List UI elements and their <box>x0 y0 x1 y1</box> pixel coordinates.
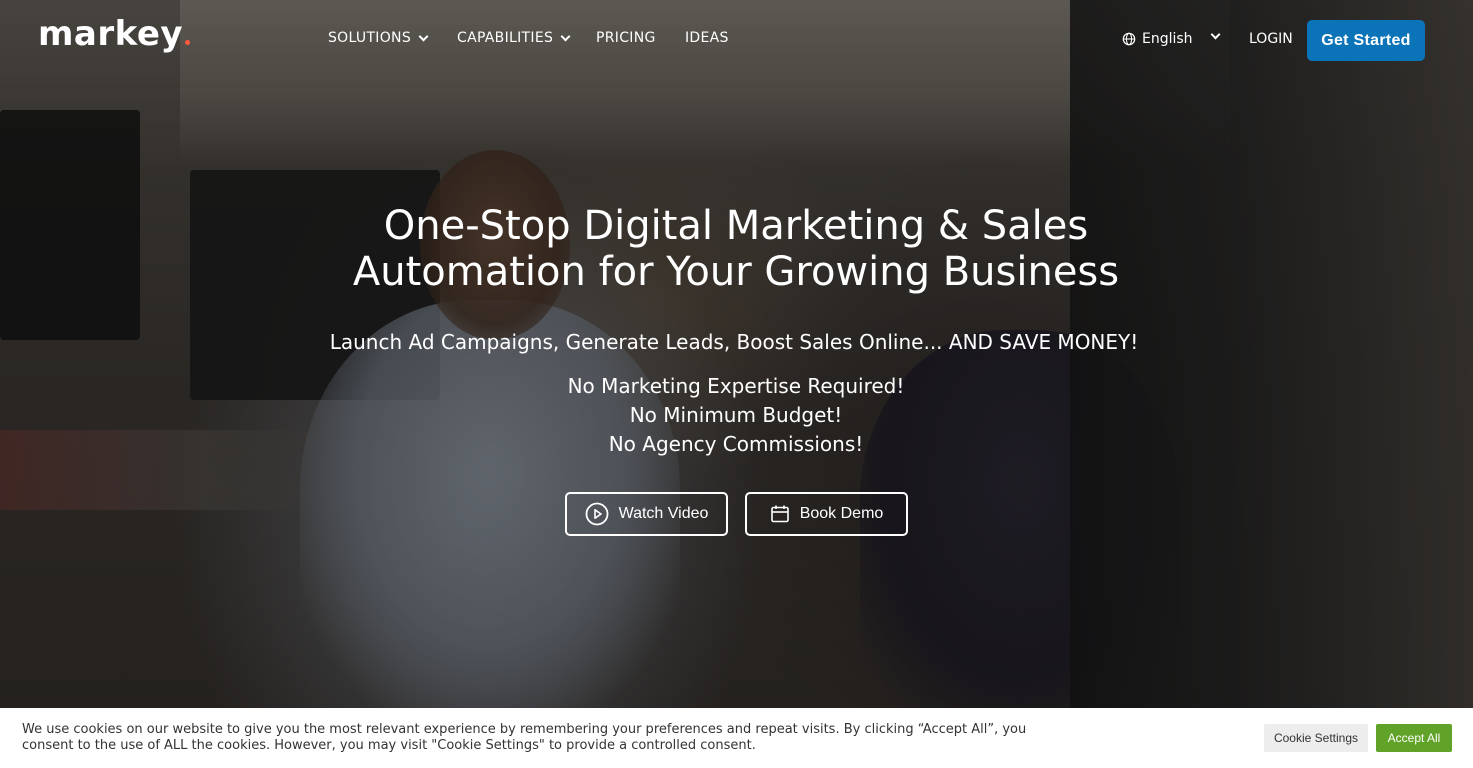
calendar-icon <box>770 505 789 523</box>
hero-title-line: Automation for Your Growing Business <box>352 249 1120 295</box>
play-circle-icon <box>585 502 608 526</box>
logo-text: markey <box>38 14 184 54</box>
get-started-button[interactable]: Get Started <box>1307 20 1425 61</box>
language-selector[interactable]: English <box>1122 31 1193 47</box>
hero-title-line: One-Stop Digital Marketing & Sales <box>383 203 1089 249</box>
chevron-down-icon <box>418 31 429 41</box>
benefit-line: No Agency Commissions! <box>608 432 864 456</box>
nav-solutions[interactable]: SOLUTIONS <box>328 30 429 46</box>
accept-all-button[interactable]: Accept All <box>1376 724 1452 752</box>
hero-subtitle: Launch Ad Campaigns, Generate Leads, Boo… <box>329 330 1139 354</box>
nav-pricing[interactable]: PRICING <box>596 30 656 46</box>
chevron-down-icon <box>560 31 571 41</box>
login-link[interactable]: LOGIN <box>1249 31 1293 47</box>
site-header: markey SOLUTIONS CAPABILITIES PRICING ID… <box>0 0 1473 80</box>
hero-benefits: No Marketing Expertise Required! No Mini… <box>436 372 1036 459</box>
language-label: English <box>1142 31 1193 47</box>
chevron-down-icon[interactable] <box>1210 29 1221 40</box>
nav-pricing-label: PRICING <box>596 30 656 46</box>
hero-background-image <box>0 0 1473 708</box>
logo-dot <box>185 40 191 45</box>
cookie-consent-bar: We use cookies on our website to give yo… <box>0 708 1473 768</box>
nav-capabilities[interactable]: CAPABILITIES <box>457 30 571 46</box>
globe-icon <box>1122 32 1136 46</box>
cookie-consent-text: We use cookies on our website to give yo… <box>22 722 1027 753</box>
hero-title: One-Stop Digital Marketing & Sales Autom… <box>336 203 1136 295</box>
watch-video-label: Watch Video <box>618 505 709 522</box>
benefit-line: No Marketing Expertise Required! <box>567 374 905 398</box>
watch-video-button[interactable]: Watch Video <box>565 492 728 536</box>
hero-dark-overlay <box>0 0 1473 708</box>
nav-ideas[interactable]: IDEAS <box>685 30 729 46</box>
nav-ideas-label: IDEAS <box>685 30 729 46</box>
nav-solutions-label: SOLUTIONS <box>328 30 412 46</box>
benefit-line: No Minimum Budget! <box>629 403 843 427</box>
cookie-settings-button[interactable]: Cookie Settings <box>1264 724 1368 752</box>
book-demo-label: Book Demo <box>799 505 884 522</box>
nav-capabilities-label: CAPABILITIES <box>457 30 554 46</box>
site-logo[interactable]: markey <box>38 14 191 54</box>
book-demo-button[interactable]: Book Demo <box>745 492 908 536</box>
